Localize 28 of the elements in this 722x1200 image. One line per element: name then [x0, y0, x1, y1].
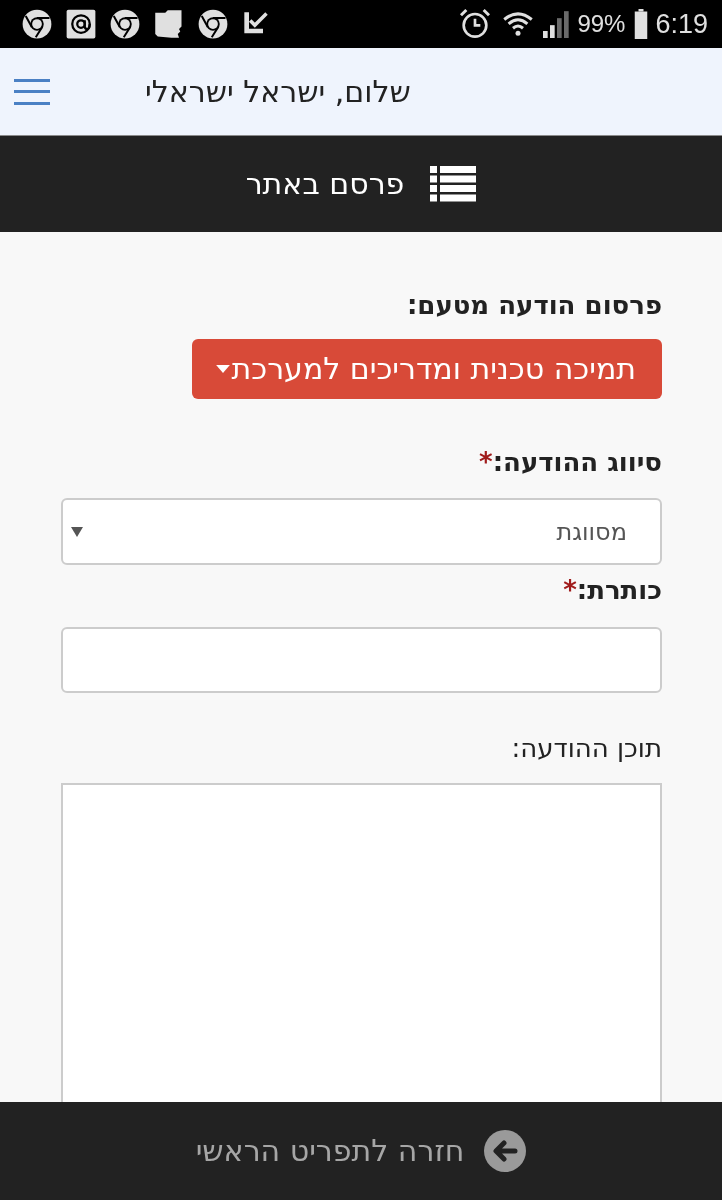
message-textarea[interactable]	[61, 783, 662, 1102]
at-sign-app-icon	[66, 9, 96, 39]
required-asterisk: *	[479, 449, 493, 475]
page-title: פרסם באתר	[245, 169, 405, 199]
list-icon	[430, 166, 477, 202]
wifi-icon	[503, 11, 534, 37]
battery-percentage: 99%	[577, 12, 626, 36]
classification-select[interactable]: מסווגת	[61, 498, 662, 565]
signal-bars-icon	[543, 10, 572, 38]
field-label: סיווג ההודעה:	[492, 449, 662, 475]
field-label: תוכן ההודעה:	[511, 735, 662, 761]
alarm-clock-icon	[459, 8, 492, 40]
publisher-dropdown-button[interactable]: תמיכה טכנית ומדריכים למערכת	[191, 339, 662, 399]
browser-app-icon	[22, 9, 52, 39]
greeting-text: שלום, ישראל ישראלי	[145, 76, 411, 107]
battery-icon	[633, 9, 650, 39]
clock-time: 6:19	[655, 10, 708, 38]
required-asterisk: *	[563, 577, 577, 603]
title-input[interactable]	[61, 627, 662, 693]
caret-icon	[215, 365, 230, 373]
menu-button[interactable]	[14, 77, 50, 106]
back-to-main-menu-link[interactable]: חזרה לתפריט הראשי	[195, 1130, 527, 1172]
field-label: כותרת:	[576, 577, 662, 603]
dropdown-triangle-icon	[71, 526, 83, 537]
field-label: פרסום הודעה מטעם:	[406, 292, 662, 318]
browser-app-icon	[110, 9, 140, 39]
browser-app-icon	[198, 9, 228, 39]
folder-icon	[154, 9, 184, 39]
